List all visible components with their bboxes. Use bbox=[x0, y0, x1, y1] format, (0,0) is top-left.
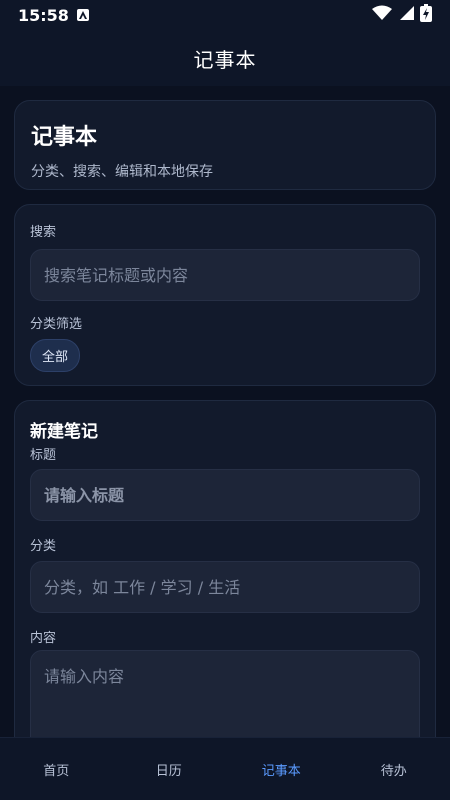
search-input[interactable] bbox=[30, 249, 420, 301]
accessibility-notification-icon bbox=[76, 9, 89, 21]
category-input[interactable] bbox=[30, 561, 420, 613]
content-label: 内容 bbox=[30, 631, 57, 646]
status-right bbox=[372, 4, 432, 26]
bottom-nav: 首页 日历 记事本 待办 bbox=[0, 737, 450, 800]
new-note-card: 新建笔记 标题 分类 内容 bbox=[14, 400, 436, 737]
category-chip-all[interactable]: 全部 bbox=[30, 339, 81, 372]
status-bar: 15:58 bbox=[0, 0, 450, 30]
signal-icon bbox=[398, 5, 414, 25]
status-time: 15:58 bbox=[18, 5, 69, 25]
wifi-icon bbox=[372, 5, 392, 25]
battery-charging-icon bbox=[420, 4, 432, 26]
search-card: 搜索 分类筛选 全部 bbox=[14, 204, 436, 386]
status-left: 15:58 bbox=[18, 6, 89, 25]
nav-item-todo[interactable]: 待办 bbox=[338, 760, 450, 779]
content-textarea[interactable] bbox=[30, 650, 420, 737]
filter-label: 分类筛选 bbox=[30, 317, 83, 332]
new-note-title: 新建笔记 bbox=[30, 422, 98, 442]
hero-card: 记事本 分类、搜索、编辑和本地保存 bbox=[14, 100, 436, 190]
title-label: 标题 bbox=[30, 448, 57, 463]
nav-item-calendar[interactable]: 日历 bbox=[113, 760, 226, 779]
category-label: 分类 bbox=[30, 539, 57, 554]
hero-subtitle: 分类、搜索、编辑和本地保存 bbox=[31, 164, 213, 180]
app-bar: 记事本 bbox=[0, 30, 450, 86]
page-title: 记事本 bbox=[193, 47, 257, 72]
nav-item-notepad[interactable]: 记事本 bbox=[225, 760, 338, 779]
hero-title: 记事本 bbox=[31, 125, 98, 150]
title-input[interactable] bbox=[30, 469, 420, 521]
nav-item-home[interactable]: 首页 bbox=[0, 760, 113, 779]
search-label: 搜索 bbox=[30, 225, 57, 240]
main-content[interactable]: 记事本 分类、搜索、编辑和本地保存 搜索 分类筛选 全部 新建笔记 标题 分类 … bbox=[0, 86, 450, 737]
